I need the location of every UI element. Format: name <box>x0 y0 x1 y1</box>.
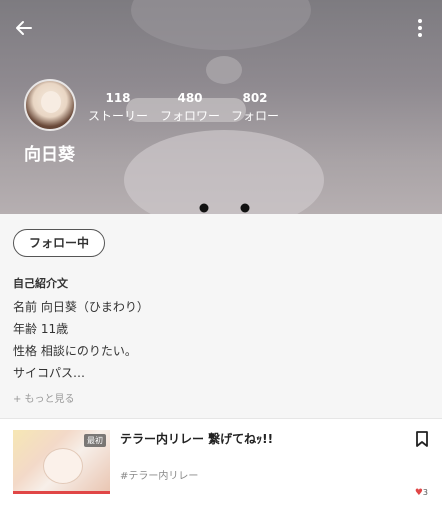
avatar[interactable] <box>24 79 76 131</box>
more-options-button[interactable] <box>406 14 434 42</box>
stat-stories-count: 118 <box>105 91 131 105</box>
intro-line: 名前 向日葵（ひまわり） <box>13 300 149 314</box>
back-button[interactable] <box>10 14 38 42</box>
stat-followers-count: 480 <box>177 91 203 105</box>
likes: ♥3 <box>415 488 428 498</box>
intro-line: サイコパス… <box>13 366 86 380</box>
profile-body: フォロー中 自己紹介文 名前 向日葵（ひまわり） 年齢 11歳 性格 相談にのり… <box>0 214 442 418</box>
story-title[interactable]: テラー内リレー 繋げてねｯ!! <box>120 430 273 447</box>
intro-title: 自己紹介文 <box>13 277 68 290</box>
bookmark-button[interactable] <box>414 430 430 448</box>
likes-count: 3 <box>422 488 428 497</box>
stat-following-label: フォロー <box>230 109 279 123</box>
story-card[interactable]: 最初 テラー内リレー 繋げてねｯ!! #テラー内リレー ♥3 <box>0 418 442 512</box>
story-thumbnail[interactable]: 最初 <box>13 430 110 494</box>
story-badge: 最初 <box>84 434 106 447</box>
stat-following[interactable]: 802 フォロー <box>226 91 284 125</box>
stat-followers-label: フォロワー <box>160 109 221 123</box>
more-vertical-icon <box>418 19 422 23</box>
show-more-link[interactable]: + もっと見る <box>13 390 75 405</box>
bookmark-icon <box>416 431 428 447</box>
stat-stories[interactable]: 118 ストーリー <box>88 91 148 125</box>
intro-text: 名前 向日葵（ひまわり） 年齢 11歳 性格 相談にのりたい。 サイコパス… <box>13 299 149 387</box>
profile-name: 向日葵 <box>24 145 75 165</box>
stat-following-count: 802 <box>242 91 268 105</box>
stat-followers[interactable]: 480 フォロワー <box>160 91 220 125</box>
profile-header: 向日葵 118 ストーリー 480 フォロワー 802 フォロー <box>0 0 442 214</box>
thumbnail-accent-bar <box>13 491 110 494</box>
stat-stories-label: ストーリー <box>88 109 149 123</box>
arrow-left-icon <box>16 21 32 35</box>
intro-line: 性格 相談にのりたい。 <box>13 344 137 358</box>
heart-icon: ♥ <box>414 488 423 498</box>
following-button[interactable]: フォロー中 <box>13 229 105 257</box>
story-tag[interactable]: #テラー内リレー <box>120 467 198 482</box>
intro-line: 年齢 11歳 <box>13 322 69 336</box>
